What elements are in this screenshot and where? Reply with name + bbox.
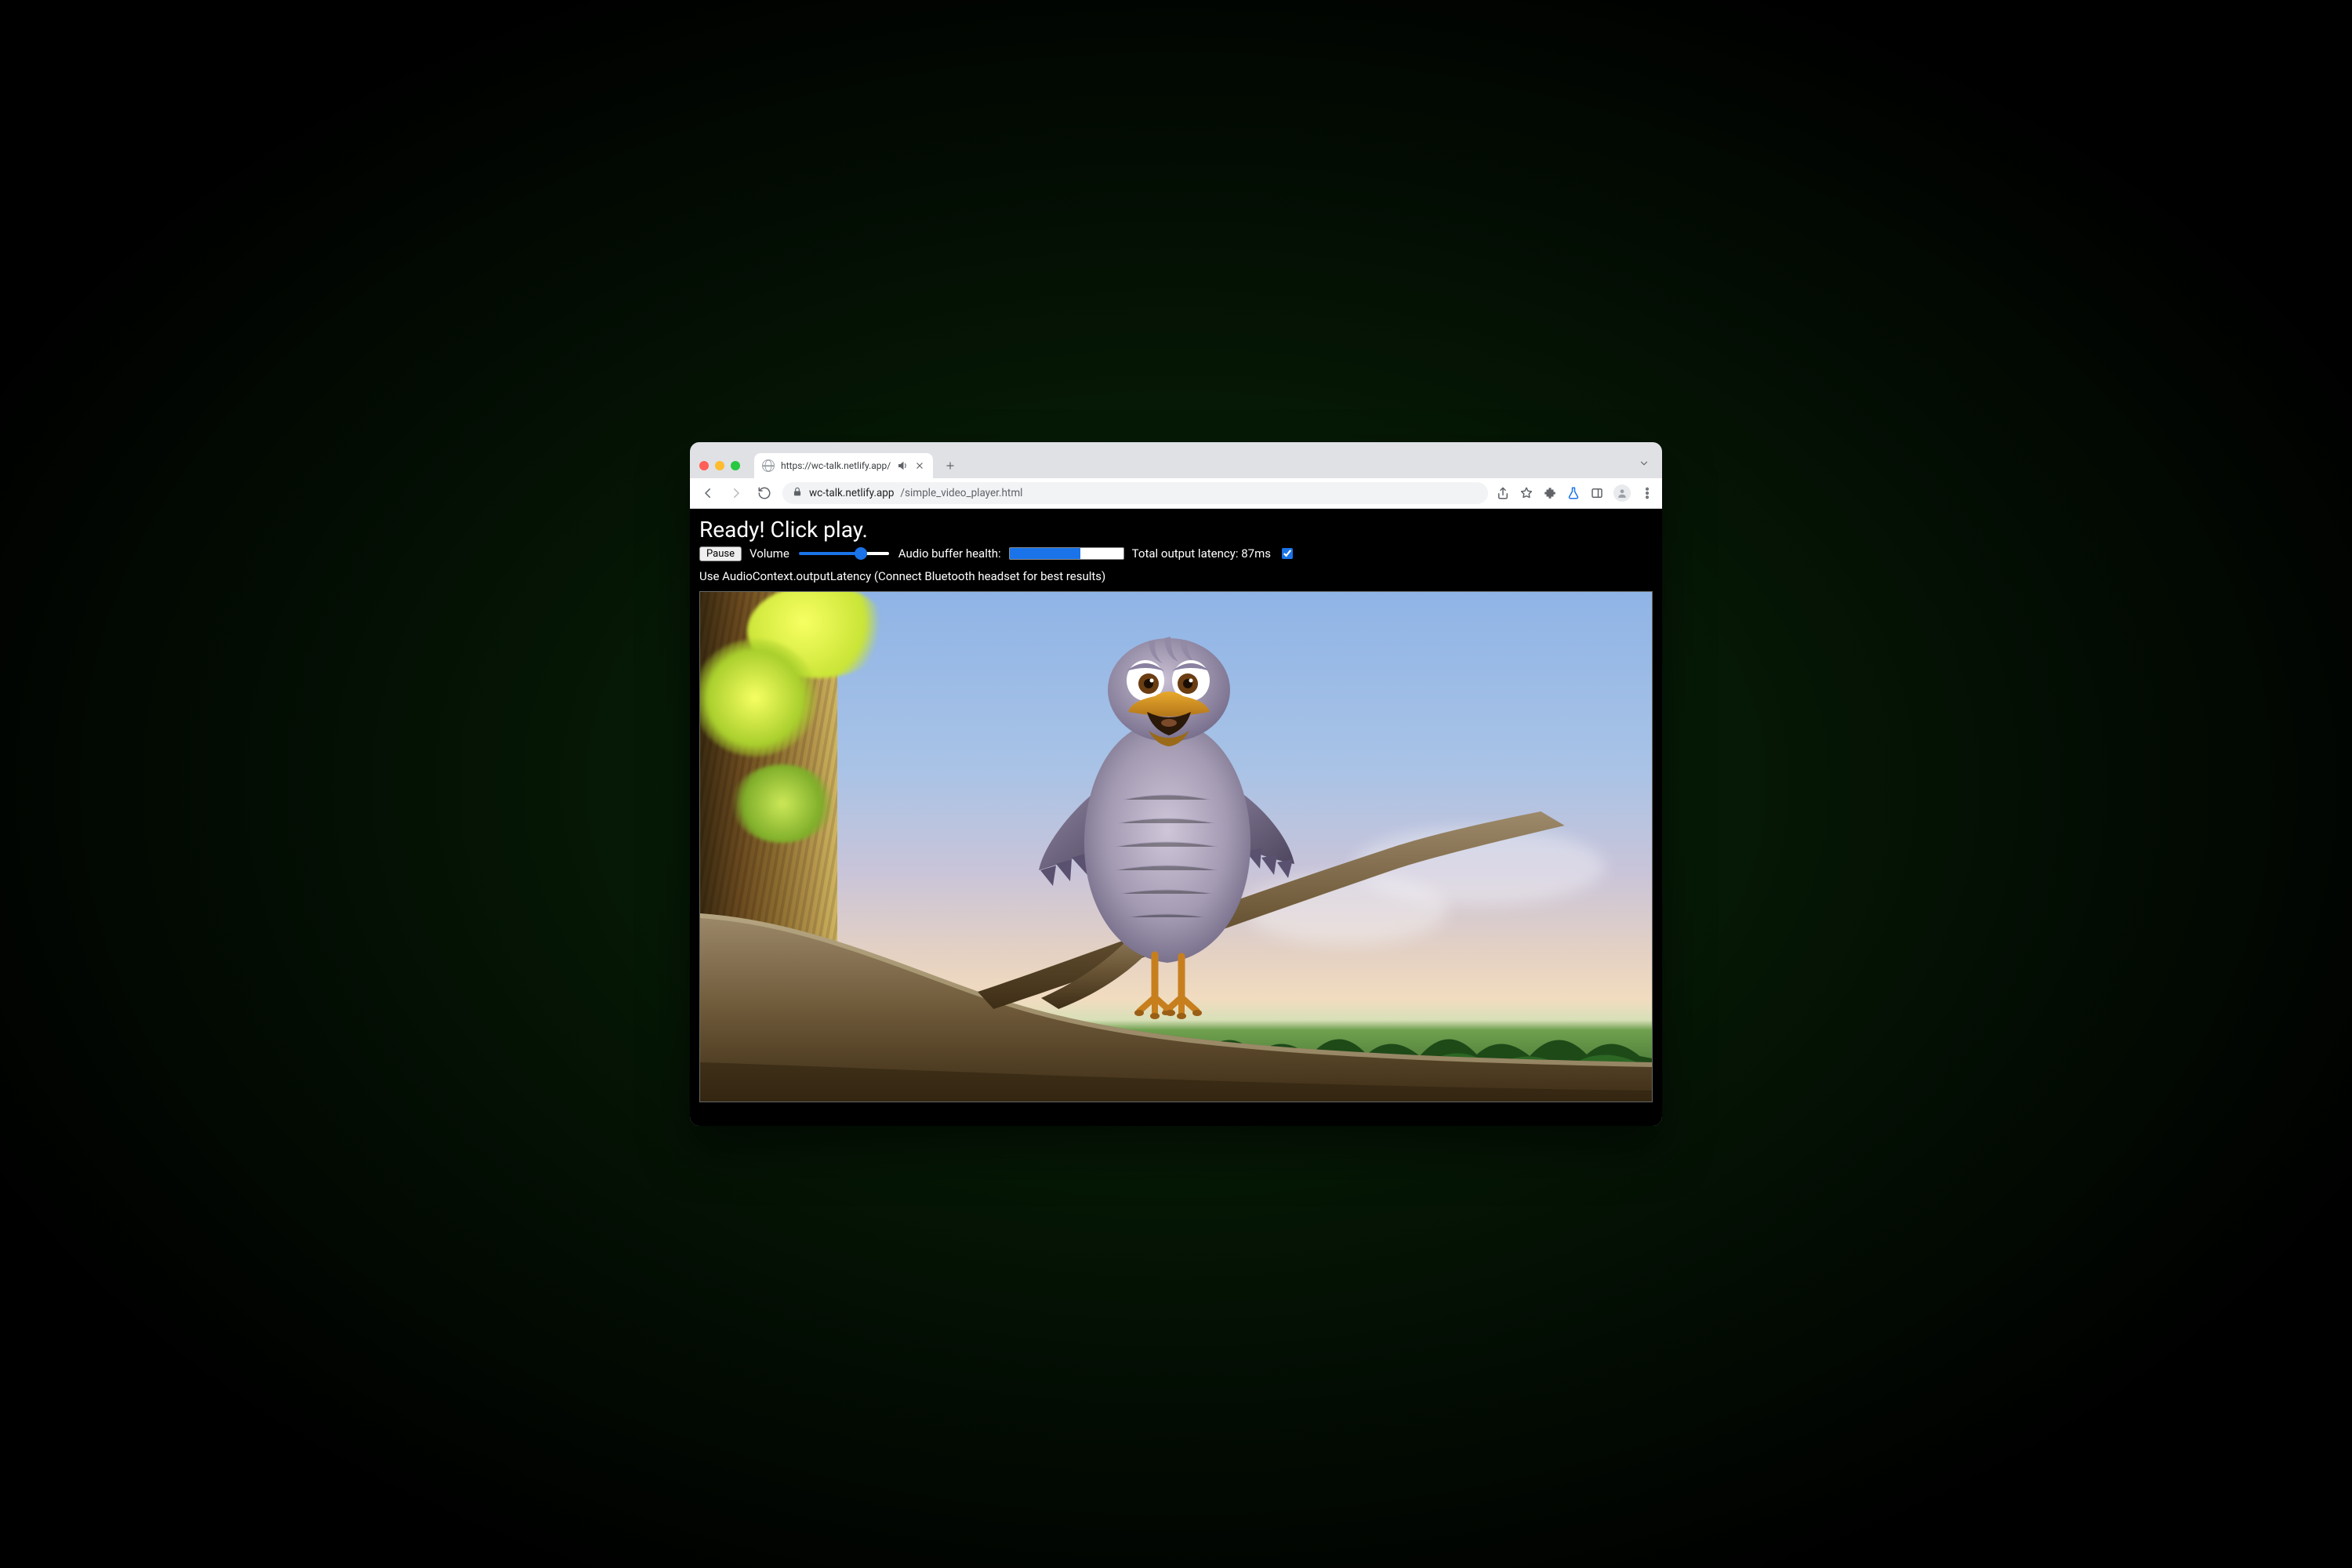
latency-label: Total output latency: 87ms: [1132, 546, 1271, 561]
extensions-icon[interactable]: [1543, 486, 1557, 500]
close-window-button[interactable]: [699, 461, 709, 470]
url-path: /simple_video_player.html: [900, 487, 1022, 499]
globe-icon: [762, 459, 775, 472]
page-content: Ready! Click play. Pause Volume Audio bu…: [690, 509, 1662, 1126]
buffer-meter: [1009, 547, 1124, 560]
bookmark-star-icon[interactable]: [1519, 486, 1534, 500]
fullscreen-window-button[interactable]: [731, 461, 740, 470]
kebab-menu-icon[interactable]: [1640, 486, 1654, 500]
new-tab-button[interactable]: [939, 455, 961, 477]
volume-label: Volume: [750, 546, 789, 561]
scene-foliage: [731, 764, 833, 843]
tab-list-button[interactable]: [1639, 457, 1650, 472]
labs-flask-icon[interactable]: [1566, 486, 1581, 500]
forward-button[interactable]: [726, 483, 746, 503]
browser-tab[interactable]: https://wc-talk.netlify.app/: [754, 453, 933, 478]
audio-playing-icon[interactable]: [897, 460, 908, 471]
reload-button[interactable]: [754, 483, 775, 503]
player-controls: Pause Volume Audio buffer health: Total …: [690, 546, 1662, 583]
volume-slider[interactable]: [799, 552, 889, 555]
output-latency-label: Use AudioContext.outputLatency (Connect …: [699, 569, 1105, 583]
browser-window: https://wc-talk.netlify.app/ wc-talk.net…: [690, 442, 1662, 1126]
share-icon[interactable]: [1496, 486, 1510, 500]
side-panel-icon[interactable]: [1590, 486, 1604, 500]
video-frame[interactable]: [699, 591, 1653, 1102]
page-heading: Ready! Click play.: [690, 517, 1662, 543]
scene-bird: [1037, 635, 1296, 1043]
output-latency-checkbox[interactable]: [1282, 548, 1293, 559]
buffer-meter-fill: [1010, 548, 1080, 559]
close-tab-icon[interactable]: [914, 460, 925, 471]
url-host: wc-talk.netlify.app: [809, 487, 894, 499]
tab-strip: https://wc-talk.netlify.app/: [690, 442, 1662, 478]
address-bar[interactable]: wc-talk.netlify.app/simple_video_player.…: [782, 482, 1488, 504]
profile-avatar[interactable]: [1613, 485, 1631, 502]
pause-button[interactable]: Pause: [699, 546, 742, 561]
lock-icon: [792, 486, 803, 500]
buffer-label: Audio buffer health:: [898, 546, 1001, 561]
minimize-window-button[interactable]: [715, 461, 724, 470]
window-controls: [699, 461, 740, 470]
tab-title: https://wc-talk.netlify.app/: [781, 460, 891, 471]
back-button[interactable]: [698, 483, 718, 503]
toolbar-actions: [1496, 485, 1654, 502]
browser-toolbar: wc-talk.netlify.app/simple_video_player.…: [690, 478, 1662, 509]
